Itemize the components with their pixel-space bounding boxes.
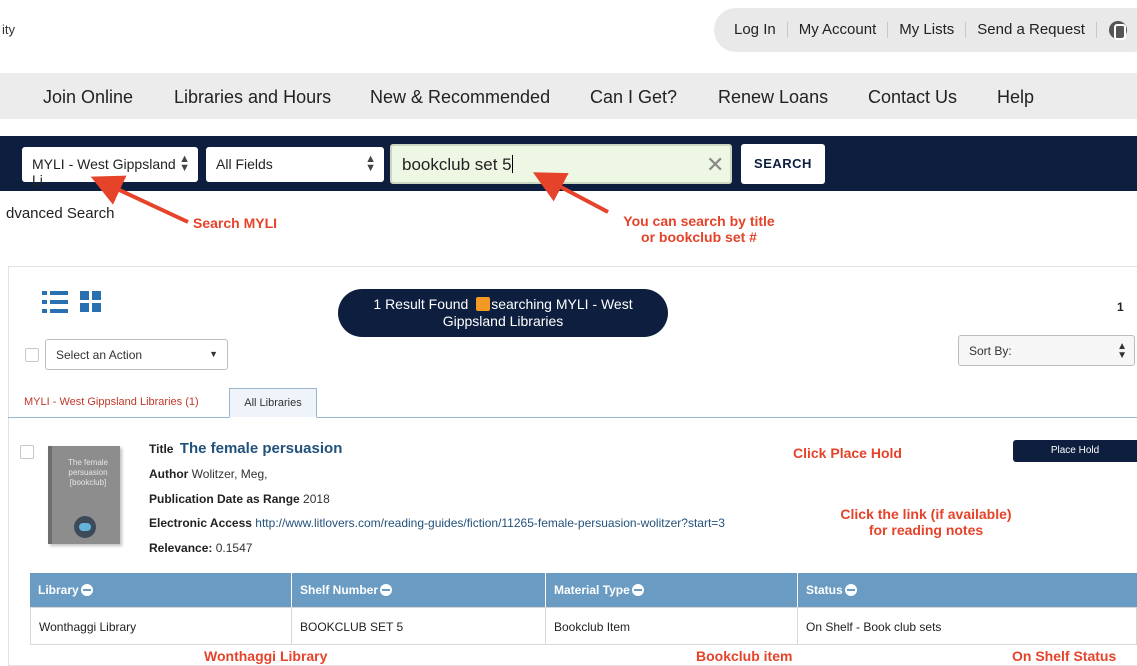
record-title-link[interactable]: The female persuasion	[180, 440, 343, 457]
tab-myli-libraries[interactable]: MYLI - West Gippsland Libraries (1)	[18, 389, 205, 417]
pubdate-value: 2018	[303, 492, 330, 506]
annotation-link-line1: Click the link (if available)	[840, 506, 1012, 522]
column-header-status-label: Status	[806, 583, 843, 597]
tab-all-libraries[interactable]: All Libraries	[229, 388, 317, 418]
annotation-library: Wonthaggi Library	[204, 648, 328, 664]
annotation-electronic-access: Click the link (if available) for readin…	[826, 506, 1026, 538]
annotation-status: On Shelf Status	[1012, 648, 1117, 664]
column-header-shelf[interactable]: Shelf Number	[292, 573, 546, 607]
annotation-place-hold: Click Place Hold	[793, 445, 902, 461]
cloud-library-icon	[74, 516, 96, 538]
column-header-library[interactable]: Library	[30, 573, 292, 607]
sort-icon[interactable]	[631, 584, 644, 596]
record-checkbox[interactable]	[20, 445, 34, 459]
electronic-access-row: Electronic Access http://www.litlovers.c…	[149, 516, 725, 530]
sort-icon[interactable]	[844, 584, 857, 596]
column-header-material[interactable]: Material Type	[546, 573, 798, 607]
annotation-search-hint-line2: or bookclub set #	[641, 229, 757, 245]
column-header-status[interactable]: Status	[798, 573, 1137, 607]
sort-select-value: Sort By:	[969, 344, 1012, 358]
place-hold-button[interactable]: Place Hold	[1013, 440, 1137, 462]
arrow-search-myli	[90, 175, 189, 224]
arrow-search-hint	[532, 172, 609, 214]
rss-icon[interactable]	[476, 297, 491, 311]
author-label: Author	[149, 467, 189, 481]
author-value[interactable]: Wolitzer, Meg,	[192, 467, 268, 481]
grid-view-icon[interactable]	[80, 291, 102, 313]
relevance-value: 0.1547	[215, 541, 253, 555]
tabs-divider	[8, 417, 1137, 418]
pubdate-label: Publication Date as Range	[149, 492, 300, 506]
relevance-label: Relevance:	[149, 541, 213, 555]
action-select-value: Select an Action	[56, 348, 143, 362]
select-arrows-icon: ▲ ▼	[1117, 341, 1127, 361]
cell-library: Wonthaggi Library	[30, 607, 292, 645]
select-all-checkbox[interactable]	[25, 348, 39, 362]
sort-icon[interactable]	[380, 584, 393, 596]
page-number[interactable]: 1	[1117, 300, 1124, 314]
result-count-badge: 1 Result Found searching MYLI - West Gip…	[338, 289, 668, 337]
annotation-material: Bookclub item	[696, 648, 793, 664]
book-cover-text: The female persuasion [bookclub]	[67, 458, 109, 487]
pubdate-row: Publication Date as Range 2018	[149, 492, 330, 506]
annotation-search-hint: You can search by title or bookclub set …	[614, 213, 784, 245]
cell-status: On Shelf - Book club sets	[798, 607, 1137, 645]
column-header-material-label: Material Type	[554, 583, 630, 597]
record-title-row: Title The female persuasion	[149, 440, 342, 457]
title-label: Title	[149, 442, 174, 456]
action-select[interactable]: Select an Action ▼	[45, 339, 228, 370]
cell-material-type: Bookclub Item	[546, 607, 798, 645]
result-found-text: 1 Result Found	[373, 296, 469, 312]
author-row: Author Wolitzer, Meg,	[149, 467, 267, 481]
annotation-link-line2: for reading notes	[868, 522, 984, 538]
column-header-library-label: Library	[38, 583, 79, 597]
searching-line2: Gippsland Libraries	[442, 313, 564, 329]
electronic-access-link[interactable]: http://www.litlovers.com/reading-guides/…	[255, 516, 725, 530]
relevance-row: Relevance: 0.1547	[149, 541, 252, 555]
annotation-search-hint-line1: You can search by title	[623, 213, 775, 229]
sort-select[interactable]: Sort By: ▲ ▼	[958, 335, 1135, 366]
list-view-icon[interactable]	[42, 291, 68, 313]
annotation-search-myli: Search MYLI	[193, 215, 278, 231]
cell-shelf-number: BOOKCLUB SET 5	[292, 607, 546, 645]
sort-icon[interactable]	[80, 584, 93, 596]
column-header-shelf-label: Shelf Number	[300, 583, 379, 597]
searching-line1: searching MYLI - West	[491, 296, 633, 312]
access-label: Electronic Access	[149, 516, 252, 530]
chevron-down-icon: ▼	[209, 349, 218, 359]
